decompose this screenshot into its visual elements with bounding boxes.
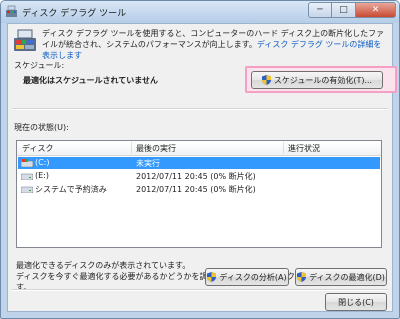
uac-shield-icon	[297, 272, 307, 282]
maximize-button[interactable]: □	[332, 2, 356, 18]
drive-icon	[21, 186, 33, 193]
disk-last-run: 未実行	[136, 159, 160, 168]
disk-last-run: 2012/07/11 20:45 (0% 断片化)	[136, 172, 256, 181]
window-title: ディスク デフラグ ツール	[22, 9, 127, 19]
title-bar[interactable]: ディスク デフラグ ツール ─ □ ✕	[1, 1, 399, 23]
windows-drive-icon	[21, 159, 33, 167]
analyze-disk-label: ディスクの分析(A)	[219, 272, 287, 282]
enable-schedule-label: スケジュールの有効化(T)...	[273, 75, 373, 85]
close-button-label: 閉じる(C)	[338, 297, 374, 307]
disk-last-run: 2012/07/11 20:45 (0% 断片化)	[136, 185, 256, 194]
dialog-body: ディスク デフラグ ツールを使用すると、コンピューターのハード ディスク上の断片…	[7, 23, 397, 312]
minimize-button[interactable]: ─	[308, 2, 332, 18]
disk-name: (C:)	[35, 158, 50, 167]
enable-schedule-button[interactable]: スケジュールの有効化(T)...	[251, 71, 383, 89]
defrag-app-icon	[6, 5, 17, 17]
uac-shield-icon	[261, 75, 271, 85]
current-status-label: 現在の状態(U):	[14, 123, 69, 132]
column-last-run[interactable]: 最後の実行	[136, 143, 176, 154]
separator	[12, 108, 388, 110]
defrag-disk-button[interactable]: ディスクの最適化(D)	[295, 268, 387, 286]
intro-description: ディスク デフラグ ツールを使用すると、コンピューターのハード ディスク上の断片…	[42, 28, 388, 61]
disk-row[interactable]: システムで予約済み 2012/07/11 20:45 (0% 断片化)	[18, 183, 380, 195]
disk-row[interactable]: (C:) 未実行	[18, 157, 380, 169]
analyze-disk-button[interactable]: ディスクの分析(A)	[205, 268, 289, 286]
disk-row[interactable]: (E:) 2012/07/11 20:45 (0% 断片化)	[18, 170, 380, 182]
disk-name: システムで予約済み	[35, 185, 107, 194]
close-window-button[interactable]: ✕	[356, 2, 396, 18]
schedule-label: スケジュール:	[14, 61, 65, 70]
column-progress[interactable]: 進行状況	[288, 143, 320, 154]
defrag-disk-label: ディスクの最適化(D)	[309, 272, 385, 282]
defrag-large-icon	[14, 29, 36, 51]
column-divider[interactable]	[131, 142, 132, 154]
close-button[interactable]: 閉じる(C)	[325, 293, 387, 311]
defrag-window: ディスク デフラグ ツール ─ □ ✕ ディスク デフラグ ツールを使用すると、…	[0, 0, 400, 319]
separator	[12, 289, 388, 291]
disk-name: (E:)	[35, 171, 49, 180]
column-disk[interactable]: ディスク	[22, 143, 53, 154]
disk-list[interactable]: ディスク 最後の実行 進行状況 (C:) 未実行 (E:) 2012/07/11…	[16, 140, 382, 248]
schedule-status: 最適化はスケジュールされていません	[23, 76, 158, 85]
drive-icon	[21, 173, 33, 180]
disk-list-header: ディスク 最後の実行 進行状況	[17, 141, 381, 156]
uac-shield-icon	[207, 272, 217, 282]
column-divider[interactable]	[283, 142, 284, 154]
